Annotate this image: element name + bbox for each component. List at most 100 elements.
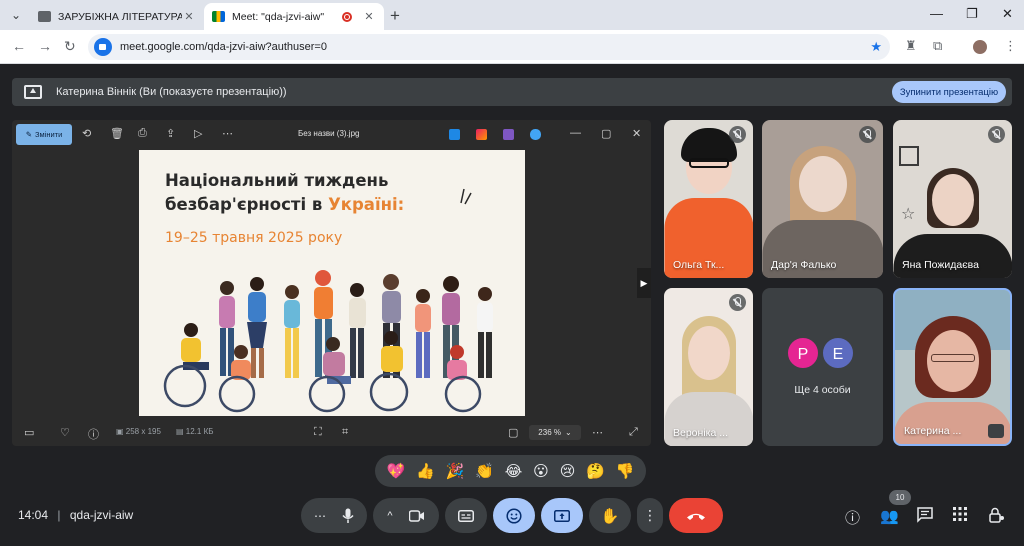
image-title-line-1: Національний тиждень [165,171,389,190]
clipchamp-app-icon[interactable] [503,129,514,140]
more-options-icon[interactable]: ⋯ [222,127,233,140]
actual-size-icon[interactable]: ▢ [508,426,518,439]
present-screen-icon [24,85,42,99]
viewer-close-icon[interactable]: ✕ [632,127,641,140]
hang-up-icon [687,513,705,520]
host-controls-icon[interactable] [989,507,1005,527]
more-options-button[interactable]: ⋮ [637,498,663,533]
participant-tile[interactable]: Ольга Тк... [664,120,753,278]
reaction-laughing[interactable]: 😂 [505,462,523,480]
reload-icon[interactable]: ↻ [64,38,76,55]
filmstrip-icon[interactable]: ▭ [24,426,34,439]
image-title-prefix: безбар'єрності в [165,195,329,214]
extensions-puzzle-icon[interactable]: ⧉ [933,38,942,54]
bookmark-star-icon[interactable]: ★ [870,39,882,55]
new-tab-icon[interactable]: + [390,6,400,26]
slideshow-icon[interactable]: ▷ [194,127,202,140]
apps-grid-icon [953,507,967,521]
chevron-up-icon[interactable]: ^ [387,510,392,522]
viewer-minimize-icon[interactable]: — [570,127,581,139]
reaction-sparkling-heart[interactable]: 💖 [386,462,405,480]
close-tab-icon[interactable]: ✕ [182,10,196,23]
rotate-icon[interactable]: ⟲ [82,127,91,140]
wall-frame [899,146,919,166]
profile-avatar[interactable] [973,40,987,54]
participant-tile-self[interactable]: Катерина ... [893,288,1012,446]
tab-title: ЗАРУБІЖНА ЛІТЕРАТУРА Вінн [58,10,182,23]
participant-tile[interactable]: Дар'я Фалько [762,120,883,278]
close-window-icon[interactable]: ✕ [1002,6,1013,22]
captions-button[interactable] [445,498,487,533]
participant-tile[interactable]: ☆ Яна Пожидаєва [893,120,1012,278]
zoom-dropdown[interactable]: 236 % ⌄ [529,425,581,440]
minimize-icon[interactable]: — [930,6,943,21]
participant-name: Дар'я Фалько [771,259,837,271]
current-time: 14:04 [18,508,49,522]
forward-icon[interactable]: → [38,38,52,54]
print-icon[interactable]: ⎙ [138,127,147,140]
browser-tab-literature[interactable]: ЗАРУБІЖНА ЛІТЕРАТУРА Вінн ✕ [30,3,204,30]
stop-presenting-button[interactable]: Зупинити презентацію [892,81,1006,103]
edit-icon: ✎ [25,130,32,139]
meeting-details-icon[interactable]: ⓘ [845,507,860,528]
microphone-control[interactable]: ⋯ [301,498,367,533]
favorite-heart-icon[interactable]: ♡ [60,426,70,439]
raise-hand-button[interactable]: ✋ [589,498,631,533]
dimensions-text: 258 x 195 [125,427,161,436]
image-dates: 19–25 травня 2025 року [165,230,343,246]
reaction-crying[interactable]: 😢 [560,462,576,480]
editor-app-icon[interactable] [449,129,460,140]
participant-name: Катерина ... [904,425,962,437]
activities-icon[interactable] [953,507,967,525]
meeting-info: 14:04 | qda-jzvi-aiw [18,508,133,522]
back-icon[interactable]: ← [12,38,26,54]
delete-icon[interactable]: 🗑 [110,127,124,140]
reaction-thumbs-up[interactable]: 👍 [416,462,435,480]
recording-icon [342,11,352,22]
close-tab-icon[interactable]: ✕ [362,10,376,23]
url-input[interactable]: meet.google.com/qda-jzvi-aiw?authuser=0 … [88,34,890,60]
participant-name: Яна Пожидаєва [902,259,979,271]
edit-button[interactable]: ✎ Змінити [16,124,72,145]
reaction-thinking[interactable]: 🤔 [586,462,605,480]
file-name: Без назви (3).jpg [298,129,360,138]
star-decoration-icon: ☆ [901,206,916,223]
reaction-thumbs-down[interactable]: 👎 [616,462,635,480]
info-icon[interactable]: ⓘ [88,426,99,442]
camera-control[interactable]: ^ [373,498,439,533]
site-info-icon[interactable] [94,38,112,56]
browser-tab-meet[interactable]: Meet: "qda-jzvi-aiw" ✕ [204,3,384,30]
participant-body [893,234,1012,278]
onedrive-icon[interactable] [530,129,541,140]
reaction-clapping[interactable]: 👏 [475,462,494,480]
audio-options-icon[interactable]: ⋯ [314,509,326,523]
next-image-icon[interactable]: ▶ [637,268,651,298]
more-participants-tile[interactable]: P E Ще 4 особи [762,288,883,446]
reactions-bar: 💖 👍 🎉 👏 😂 😮 😢 🤔 👎 [375,455,646,487]
reaction-surprised[interactable]: 😮 [533,462,549,480]
shared-image: Національний тиждень безбар'єрності в Ук… [139,150,525,416]
presenting-text: Катерина Віннік (Ви (показуєте презентац… [56,86,287,98]
extension-icon[interactable]: ♜ [905,38,917,54]
fit-screen-icon[interactable]: ⛶ [314,426,322,439]
chat-icon[interactable] [917,507,933,527]
browser-menu-icon[interactable]: ⋮ [1004,38,1017,54]
crop-icon[interactable]: ⌗ [342,426,348,439]
leave-call-button[interactable] [669,498,723,533]
people-icon[interactable]: 👥 [880,507,899,525]
designer-app-icon[interactable] [476,129,487,140]
participant-tile[interactable]: Вероніка ... [664,288,753,446]
present-now-button[interactable] [541,498,583,533]
tab-search-icon[interactable]: ⌄ [6,5,26,25]
mic-off-icon [729,294,746,311]
microphone-icon [342,508,354,523]
url-text: meet.google.com/qda-jzvi-aiw?authuser=0 [120,41,327,53]
share-icon[interactable]: ⇪ [166,127,175,140]
viewer-maximize-icon[interactable]: ▢ [601,127,611,140]
more-options-icon[interactable]: ⋯ [592,426,603,439]
reaction-party-popper[interactable]: 🎉 [446,462,465,480]
reactions-button[interactable] [493,498,535,533]
maximize-icon[interactable]: ❐ [966,6,978,22]
fullscreen-icon[interactable]: ⤢ [629,426,638,439]
glasses-icon [688,158,729,168]
